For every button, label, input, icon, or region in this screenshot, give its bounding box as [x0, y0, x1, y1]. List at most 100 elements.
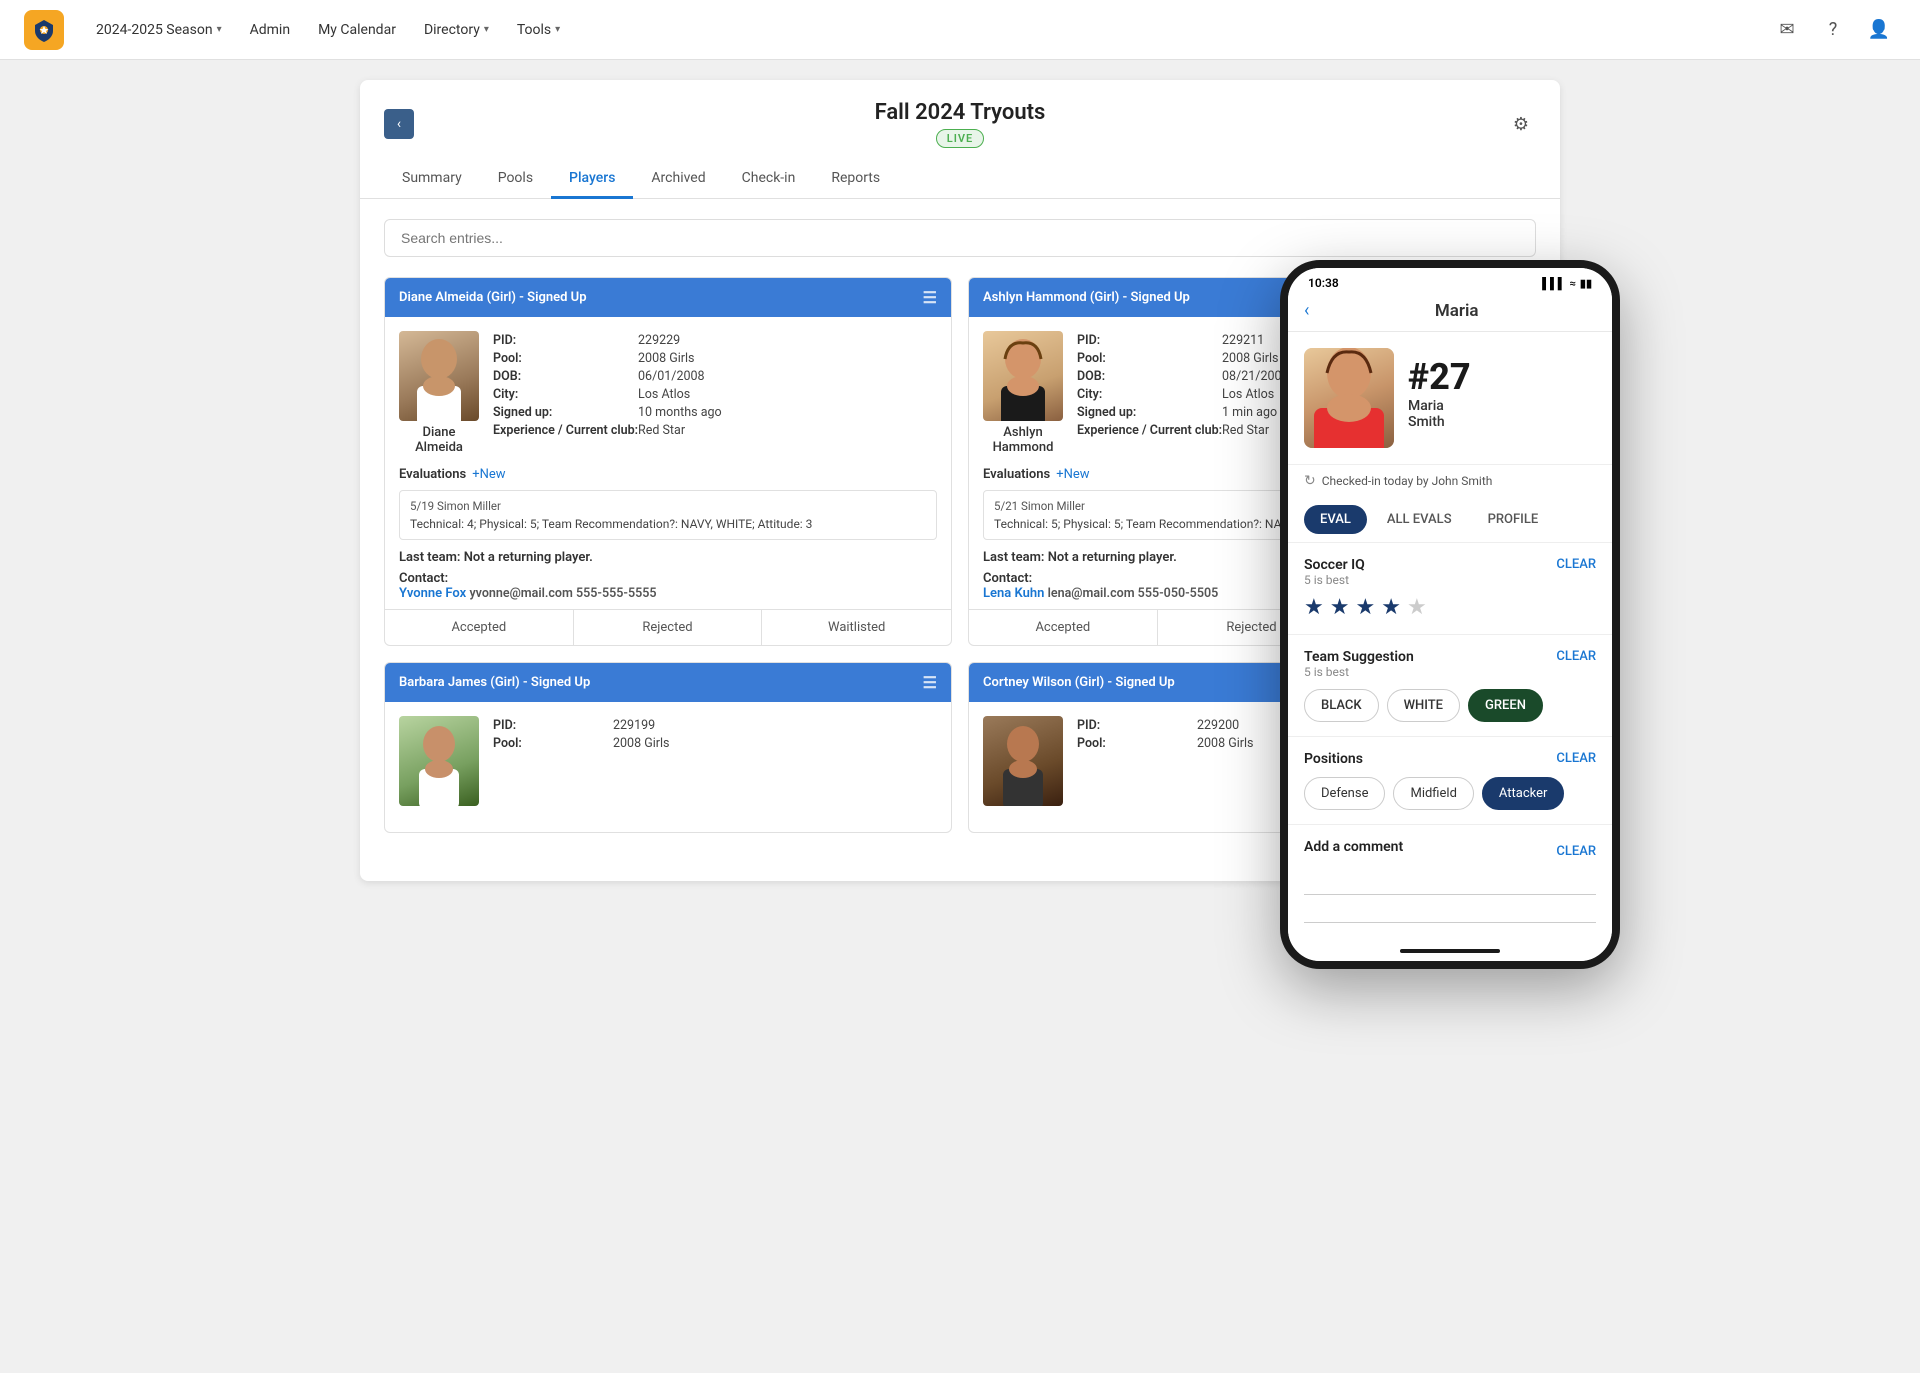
mobile-player-full-name: MariaSmith — [1408, 398, 1596, 430]
mobile-player-number-block: #27 MariaSmith — [1408, 348, 1596, 438]
star-3[interactable]: ★ — [1355, 595, 1375, 620]
mobile-player-number: #27 — [1408, 356, 1596, 398]
last-team-diane: Last team: Not a returning player. — [399, 550, 937, 565]
positions-clear-btn[interactable]: CLEAR — [1556, 751, 1596, 766]
tools-chevron-icon: ▾ — [555, 24, 560, 35]
tab-pools[interactable]: Pools — [480, 160, 551, 199]
evaluations-row-diane: Evaluations +New — [399, 467, 937, 482]
directory-chevron-icon: ▾ — [484, 24, 489, 35]
settings-button[interactable]: ⚙ — [1506, 109, 1536, 139]
player-photo-diane — [399, 331, 479, 421]
accepted-btn-diane[interactable]: Accepted — [385, 610, 574, 645]
soccer-iq-header: Soccer IQ 5 is best CLEAR — [1304, 557, 1596, 587]
profile-icon-button[interactable]: 👤 — [1862, 13, 1896, 47]
checkin-icon: ↻ — [1304, 473, 1316, 489]
new-eval-link-diane[interactable]: +New — [472, 467, 505, 482]
player-card-diane: Diane Almeida (Girl) - Signed Up ☰ — [384, 277, 952, 646]
checked-in-row: ↻ Checked-in today by John Smith — [1288, 464, 1612, 497]
player-details-diane: PID:229229 Pool:2008 Girls DOB:06/01/200… — [493, 331, 937, 455]
player-photo-barbara — [399, 716, 479, 806]
rejected-btn-diane[interactable]: Rejected — [574, 610, 763, 645]
mobile-phone-overlay: 10:38 ▌▌▌ ≈ ▮▮ ‹ Maria — [1280, 260, 1620, 969]
eval-tab-profile[interactable]: PROFILE — [1472, 505, 1555, 534]
contact-name-diane[interactable]: Yvonne Fox — [399, 586, 466, 601]
contact-diane: Contact: Yvonne Fox yvonne@mail.com 555-… — [399, 571, 937, 601]
team-suggestion-buttons: BLACK WHITE GREEN — [1304, 689, 1596, 722]
eval-tab-all-evals[interactable]: ALL EVALS — [1371, 505, 1468, 534]
soccer-iq-section: Soccer IQ 5 is best CLEAR ★ ★ ★ ★ ★ — [1288, 543, 1612, 635]
tab-checkin[interactable]: Check-in — [724, 160, 814, 199]
signal-icon: ▌▌▌ — [1542, 277, 1565, 290]
admin-link[interactable]: Admin — [238, 14, 302, 46]
team-suggestion-clear-btn[interactable]: CLEAR — [1556, 649, 1596, 664]
comment-section: Add a comment CLEAR — [1288, 825, 1612, 941]
star-5[interactable]: ★ — [1407, 595, 1427, 620]
team-suggestion-section: Team Suggestion 5 is best CLEAR BLACK WH… — [1288, 635, 1612, 737]
logo[interactable] — [24, 10, 64, 50]
eval-tab-eval[interactable]: EVAL — [1304, 505, 1367, 534]
home-indicator — [1288, 941, 1612, 961]
accepted-btn-ashlyn[interactable]: Accepted — [969, 610, 1158, 645]
comment-line-2 — [1304, 899, 1596, 923]
player-info-barbara: PID:229199 Pool:2008 Girls — [399, 716, 937, 806]
main-container: ‹ Fall 2024 Tryouts LIVE ⚙ Summary Pools… — [360, 80, 1560, 881]
positions-header: Positions CLEAR — [1304, 751, 1596, 767]
mobile-player-photo — [1304, 348, 1394, 448]
position-buttons: Defense Midfield Attacker — [1304, 777, 1596, 810]
tab-reports[interactable]: Reports — [813, 160, 898, 199]
contact-name-ashlyn[interactable]: Lena Kuhn — [983, 586, 1044, 601]
waitlisted-btn-diane[interactable]: Waitlisted — [762, 610, 951, 645]
calendar-link[interactable]: My Calendar — [306, 14, 408, 46]
mobile-eval-tabs: EVAL ALL EVALS PROFILE — [1288, 497, 1612, 543]
search-section — [360, 199, 1560, 269]
card-menu-icon[interactable]: ☰ — [923, 288, 937, 307]
card-menu-icon-barbara[interactable]: ☰ — [923, 673, 937, 692]
player-photo-cortney — [983, 716, 1063, 806]
team-suggestion-sub: 5 is best — [1304, 665, 1414, 679]
help-icon-button[interactable]: ? — [1816, 13, 1850, 47]
tools-dropdown[interactable]: Tools ▾ — [505, 14, 572, 46]
positions-section: Positions CLEAR Defense Midfield Attacke… — [1288, 737, 1612, 825]
tab-archived[interactable]: Archived — [633, 160, 723, 199]
page-title: Fall 2024 Tryouts — [875, 100, 1046, 125]
team-btn-green[interactable]: GREEN — [1468, 689, 1543, 722]
mail-icon-button[interactable]: ✉ — [1770, 13, 1804, 47]
new-eval-link-ashlyn[interactable]: +New — [1056, 467, 1089, 482]
mobile-player-top: #27 MariaSmith — [1304, 348, 1596, 448]
season-chevron-icon: ▾ — [217, 24, 222, 35]
search-input[interactable] — [384, 219, 1536, 257]
pos-btn-midfield[interactable]: Midfield — [1393, 777, 1473, 810]
team-suggestion-title: Team Suggestion — [1304, 649, 1414, 665]
tab-players[interactable]: Players — [551, 160, 633, 199]
player-info-diane: DianeAlmeida PID:229229 Pool:2008 Girls … — [399, 331, 937, 455]
page-title-block: Fall 2024 Tryouts LIVE — [875, 100, 1046, 148]
player-name-diane: DianeAlmeida — [415, 425, 463, 455]
wifi-icon: ≈ — [1570, 277, 1576, 290]
card-header-barbara: Barbara James (Girl) - Signed Up ☰ — [385, 663, 951, 702]
pos-btn-attacker[interactable]: Attacker — [1482, 777, 1565, 810]
star-1[interactable]: ★ — [1304, 595, 1324, 620]
phone-time: 10:38 — [1308, 276, 1339, 290]
star-4[interactable]: ★ — [1381, 595, 1401, 620]
back-button[interactable]: ‹ — [384, 109, 414, 139]
card-body-diane: DianeAlmeida PID:229229 Pool:2008 Girls … — [385, 317, 951, 645]
team-btn-white[interactable]: WHITE — [1387, 689, 1460, 722]
comment-clear-btn[interactable]: CLEAR — [1556, 844, 1596, 859]
page-header: ‹ Fall 2024 Tryouts LIVE ⚙ — [360, 80, 1560, 160]
tab-summary[interactable]: Summary — [384, 160, 480, 199]
soccer-iq-title: Soccer IQ — [1304, 557, 1365, 573]
phone-status-icons: ▌▌▌ ≈ ▮▮ — [1542, 277, 1592, 290]
team-btn-black[interactable]: BLACK — [1304, 689, 1379, 722]
player-name-ashlyn: AshlynHammond — [993, 425, 1054, 455]
eval-text-diane: 5/19 Simon Miller Technical: 4; Physical… — [399, 490, 937, 540]
pos-btn-defense[interactable]: Defense — [1304, 777, 1385, 810]
phone-back-button[interactable]: ‹ — [1304, 300, 1309, 321]
soccer-iq-sub: 5 is best — [1304, 573, 1365, 587]
season-dropdown[interactable]: 2024-2025 Season ▾ — [84, 14, 234, 46]
directory-dropdown[interactable]: Directory ▾ — [412, 14, 501, 46]
tab-bar: Summary Pools Players Archived Check-in … — [360, 160, 1560, 199]
card-header-diane: Diane Almeida (Girl) - Signed Up ☰ — [385, 278, 951, 317]
soccer-iq-clear-btn[interactable]: CLEAR — [1556, 557, 1596, 572]
star-2[interactable]: ★ — [1330, 595, 1350, 620]
card-body-barbara: PID:229199 Pool:2008 Girls — [385, 702, 951, 832]
